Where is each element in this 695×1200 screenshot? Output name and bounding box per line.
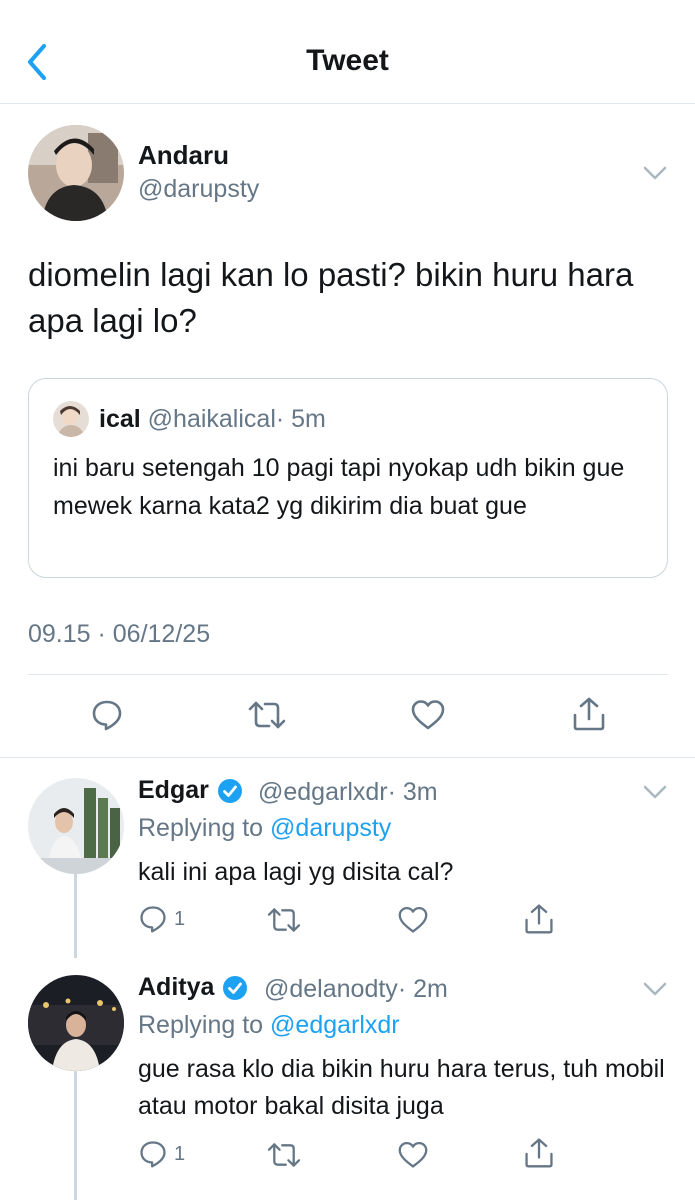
reply-author-handle[interactable]: @delanodty [264, 975, 398, 1003]
share-icon [525, 1138, 553, 1168]
share-icon [525, 904, 553, 934]
quoted-text: ini baru setengah 10 pagi tapi nyokap ud… [53, 454, 625, 520]
reply-author-name[interactable]: Edgar [138, 776, 243, 805]
like-button[interactable] [397, 905, 429, 935]
divider [28, 674, 668, 675]
reply-author-handle-group: @edgarlxdr· 3m [258, 778, 438, 807]
retweet-button[interactable] [266, 1140, 302, 1170]
more-options-button[interactable] [642, 981, 668, 997]
like-button[interactable] [410, 698, 446, 732]
avatar[interactable] [28, 125, 124, 221]
replying-to-label: Replying to [138, 814, 271, 842]
reply-author-handle[interactable]: @edgarlxdr [258, 778, 388, 806]
chevron-down-icon [643, 785, 667, 799]
author-name[interactable]: Andaru [138, 140, 229, 171]
reply-count: 1 [174, 1142, 186, 1165]
reply-text: gue rasa klo dia bikin huru hara terus, … [138, 1055, 665, 1120]
more-options-button[interactable] [642, 784, 668, 800]
replying-to: Replying to @edgarlxdr [138, 1011, 400, 1040]
replying-to-label: Replying to [138, 1011, 271, 1039]
replying-to: Replying to @darupsty [138, 814, 391, 843]
retweet-button[interactable] [266, 905, 302, 935]
reply-button[interactable]: 1 [138, 904, 185, 934]
reply-author-name-text: Edgar [138, 776, 209, 804]
quoted-header: ical @haikalical· 5m [99, 405, 326, 434]
author-handle[interactable]: @darupsty [138, 175, 259, 204]
reply-button[interactable] [90, 698, 124, 732]
reply-time: · 3m [387, 778, 438, 806]
comment-icon [140, 1141, 166, 1168]
share-button[interactable] [523, 903, 555, 935]
reply-author-name-text: Aditya [138, 973, 215, 1001]
thread-line [74, 873, 77, 958]
reply-button[interactable]: 1 [138, 1139, 185, 1169]
share-button[interactable] [523, 1137, 555, 1169]
share-button[interactable] [571, 696, 607, 732]
divider [0, 757, 695, 758]
more-options-button[interactable] [642, 165, 668, 181]
replying-to-link[interactable]: @edgarlxdr [270, 1011, 400, 1039]
quoted-author-name: ical [99, 405, 141, 433]
quoted-avatar [53, 401, 89, 437]
quoted-author-handle: @haikalical [147, 405, 276, 433]
reply-author-handle-group: @delanodty· 2m [264, 975, 448, 1004]
retweet-icon [267, 908, 301, 932]
like-button[interactable] [397, 1140, 429, 1170]
reply-text: kali ini apa lagi yg disita cal? [138, 858, 454, 886]
tweet-timestamp: 09.15 · 06/12/25 [28, 620, 211, 648]
reply-time: · 2m [397, 975, 448, 1003]
reply-author-name[interactable]: Aditya [138, 973, 248, 1002]
avatar[interactable] [28, 975, 124, 1071]
verified-badge-icon [223, 975, 248, 1000]
retweet-icon [267, 1143, 301, 1167]
page-title: Tweet [306, 44, 389, 77]
tweet-text: diomelin lagi kan lo pasti? bikin huru h… [28, 256, 634, 339]
share-icon [573, 697, 605, 731]
quoted-time: · 5m [275, 405, 326, 433]
quoted-tweet[interactable]: ical @haikalical· 5m ini baru setengah 1… [28, 378, 668, 578]
comment-icon [92, 700, 122, 731]
heart-icon [411, 700, 445, 730]
verified-badge-icon [217, 778, 242, 803]
heart-icon [398, 1141, 428, 1168]
reply-count: 1 [174, 907, 186, 930]
retweet-button[interactable] [247, 698, 287, 732]
retweet-icon [248, 701, 286, 729]
comment-icon [140, 906, 166, 933]
chevron-down-icon [643, 982, 667, 996]
avatar[interactable] [28, 778, 124, 874]
heart-icon [398, 906, 428, 933]
chevron-down-icon [643, 166, 667, 180]
replying-to-link[interactable]: @darupsty [270, 814, 391, 842]
thread-line [74, 1070, 77, 1200]
top-bar: Tweet [0, 0, 695, 104]
